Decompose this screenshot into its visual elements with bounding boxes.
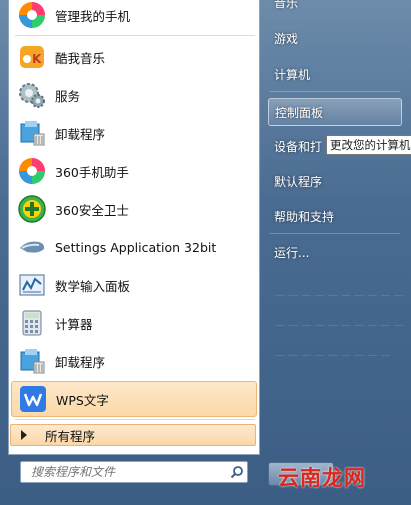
kuwo-music-icon: K	[15, 40, 49, 74]
uninstall-icon	[15, 344, 49, 378]
program-item-wps-writer[interactable]: WPS文字	[11, 381, 257, 417]
divider	[270, 233, 400, 234]
program-item-360-security[interactable]: 360安全卫士	[11, 191, 257, 227]
program-label: 360手机助手	[55, 164, 129, 180]
program-label: 卸载程序	[55, 126, 106, 142]
settings-app-icon	[15, 230, 49, 264]
program-label: Settings Application 32bit	[55, 239, 217, 255]
right-item-label: 设备和打	[274, 139, 323, 154]
right-item-label: 音乐	[274, 0, 299, 10]
right-item-computer[interactable]: 计算机	[268, 60, 402, 88]
phone-manager-icon	[15, 0, 49, 32]
calculator-icon	[15, 306, 49, 340]
search-box	[20, 461, 248, 483]
right-item-label: 计算机	[274, 67, 311, 82]
divider	[15, 419, 255, 420]
services-gear-icon	[15, 78, 49, 112]
right-item-label: 帮助和支持	[274, 209, 335, 224]
program-item-calculator[interactable]: 计算器	[11, 305, 257, 341]
uninstall-icon	[15, 116, 49, 150]
search-input[interactable]	[29, 464, 227, 480]
background-text: — — — — — — — — — —	[275, 320, 404, 331]
program-item-math-input-panel[interactable]: 数学输入面板	[11, 267, 257, 303]
program-item-services[interactable]: 服务	[11, 77, 257, 113]
all-programs-label: 所有程序	[45, 428, 96, 444]
right-item-run[interactable]: 运行...	[268, 238, 402, 266]
right-item-label: 控制面板	[275, 105, 324, 120]
360-security-icon	[15, 192, 49, 226]
program-label: 数学输入面板	[55, 278, 131, 294]
right-item-default-programs[interactable]: 默认程序	[268, 167, 402, 195]
program-list-panel: 管理我的手机 K 酷我音乐 服务 卸载程序 360手机助手 360安全卫士 Se…	[8, 0, 260, 455]
program-label: 卸载程序	[55, 354, 106, 370]
control-panel-tooltip: 更改您的计算机	[326, 135, 411, 155]
program-item-uninstall-2[interactable]: 卸载程序	[11, 343, 257, 379]
divider	[270, 91, 400, 92]
right-item-label: 默认程序	[274, 174, 323, 189]
divider	[15, 35, 255, 36]
math-input-panel-icon	[15, 268, 49, 302]
background-text: — — — — — — — — —	[275, 350, 391, 361]
site-watermark: 云南龙网	[278, 466, 366, 490]
program-item-uninstall[interactable]: 卸载程序	[11, 115, 257, 151]
wps-writer-icon	[16, 382, 50, 416]
program-item-settings-application[interactable]: Settings Application 32bit	[11, 229, 257, 265]
program-item-phone-manager[interactable]: 管理我的手机	[11, 0, 257, 33]
program-label: WPS文字	[56, 392, 109, 408]
program-label: 服务	[55, 88, 81, 104]
right-item-music[interactable]: 音乐	[268, 0, 402, 16]
program-label: 管理我的手机	[55, 8, 131, 24]
triangle-right-icon	[21, 430, 27, 440]
program-label: 酷我音乐	[55, 50, 106, 66]
program-item-kuwo-music[interactable]: K 酷我音乐	[11, 39, 257, 75]
background-text: — — — — — — — — — —	[275, 290, 404, 301]
program-label: 360安全卫士	[55, 202, 129, 218]
all-programs-button[interactable]: 所有程序	[10, 424, 256, 446]
right-item-control-panel[interactable]: 控制面板	[268, 98, 402, 126]
svg-text:K: K	[32, 52, 42, 66]
right-item-games[interactable]: 游戏	[268, 24, 402, 52]
right-item-label: 游戏	[274, 31, 299, 46]
search-icon[interactable]	[227, 462, 247, 482]
program-label: 计算器	[55, 316, 93, 332]
right-item-label: 运行...	[274, 245, 310, 260]
program-item-360-phone-assistant[interactable]: 360手机助手	[11, 153, 257, 189]
search-area	[8, 455, 260, 505]
right-item-help-support[interactable]: 帮助和支持	[268, 202, 402, 230]
360-phone-assistant-icon	[15, 154, 49, 188]
